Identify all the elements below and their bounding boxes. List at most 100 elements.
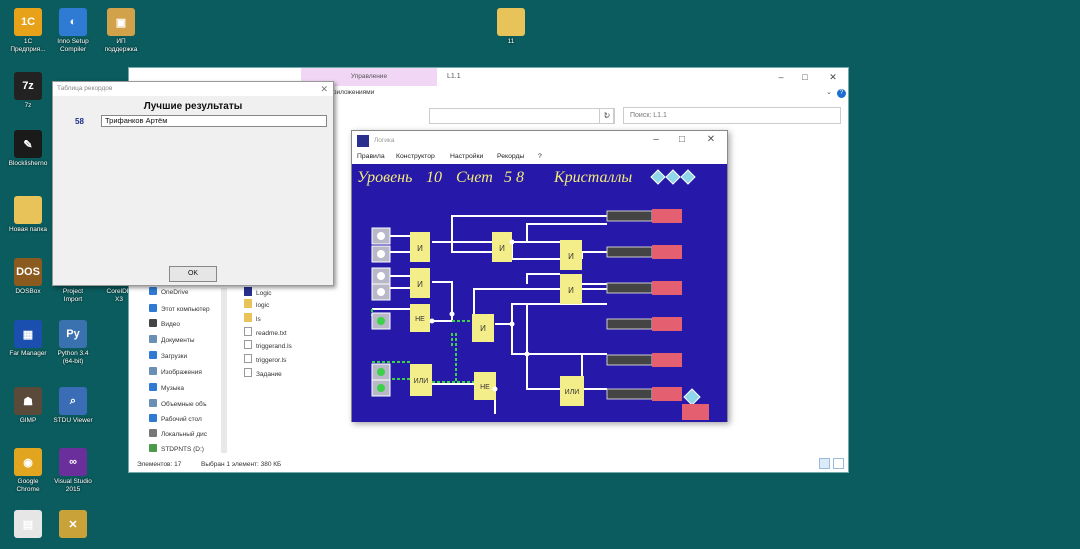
close-icon[interactable]: ✕ xyxy=(704,134,718,145)
gate-label: И xyxy=(417,280,423,289)
records-window-title: Таблица рекордов xyxy=(57,85,113,92)
nav-item[interactable]: OneDrive xyxy=(149,287,219,299)
maximize-icon[interactable]: □ xyxy=(798,72,812,82)
folder-icon xyxy=(244,287,252,296)
folder-icon xyxy=(149,287,157,295)
menu-constructor[interactable]: Конструктор xyxy=(396,153,435,160)
lamp xyxy=(652,317,682,331)
details-view-icon[interactable] xyxy=(819,458,830,469)
minimize-icon[interactable]: – xyxy=(649,134,663,145)
desktop-icon-7z[interactable]: 7z 7z xyxy=(0,72,56,110)
desktop-icon-misc2[interactable]: ✕ xyxy=(45,510,101,540)
7z-icon: 7z xyxy=(14,72,42,100)
nav-item[interactable]: Видео xyxy=(149,319,219,331)
nav-item-label: OneDrive xyxy=(161,289,189,296)
folder-icon xyxy=(149,319,157,327)
desktop-icon-folder11[interactable]: 11 xyxy=(483,8,539,46)
records-titlebar[interactable]: Таблица рекордов ✕ xyxy=(53,82,333,96)
desktop-icon-label: STDU Viewer xyxy=(53,417,93,424)
file-item[interactable]: triggerand.ls xyxy=(244,340,292,352)
nav-item[interactable]: Музыка xyxy=(149,383,219,395)
logic-game-window[interactable]: Логика – □ ✕ Правила Конструктор Настрой… xyxy=(351,130,728,422)
file-item[interactable]: Logic xyxy=(244,287,272,299)
nav-item[interactable]: Этот компьютер xyxy=(149,304,219,316)
nav-item-label: Видео xyxy=(161,321,180,328)
nav-item[interactable]: Локальный дис xyxy=(149,429,219,441)
desktop-icon-newfolder[interactable]: Новая папка xyxy=(0,196,56,234)
chevron-down-icon[interactable]: ⌄ xyxy=(826,88,832,96)
menu-settings[interactable]: Настройки xyxy=(450,153,483,160)
input-switches[interactable] xyxy=(371,227,391,397)
folder-icon xyxy=(149,335,157,343)
lamp xyxy=(652,209,682,223)
file-item[interactable]: readme.txt xyxy=(244,327,287,339)
desktop-icon-support[interactable]: ▣ ИП поддержка xyxy=(93,8,149,54)
file-name: logic xyxy=(256,302,270,309)
blocks-icon: ✎ xyxy=(14,130,42,158)
logic-menubar: Правила Конструктор Настройки Рекорды ? xyxy=(352,151,727,164)
bulb-socket xyxy=(606,282,653,294)
lamp xyxy=(682,404,709,420)
help-icon[interactable]: ? xyxy=(837,89,846,98)
address-bar[interactable]: ⌄ xyxy=(429,108,614,124)
status-bar: Элементов: 17 Выбран 1 элемент: 380 КБ xyxy=(129,459,848,473)
ok-button[interactable]: OK xyxy=(169,266,217,282)
records-dialog[interactable]: Таблица рекордов ✕ Лучшие результаты 58 … xyxy=(52,81,334,286)
desktop-icon-blocks[interactable]: ✎ Blocklisherno xyxy=(0,130,56,168)
desktop-icon-label: Python 3.4 (64-bit) xyxy=(57,350,89,365)
desktop-icon-label: Blocklisherno xyxy=(8,160,48,167)
file-item[interactable]: logic xyxy=(244,299,269,311)
file-item[interactable]: Задание xyxy=(244,368,282,380)
maximize-icon[interactable]: □ xyxy=(675,134,689,145)
logic-titlebar[interactable]: Логика – □ ✕ xyxy=(352,131,727,151)
file-item[interactable]: ls xyxy=(244,313,261,325)
gate-label: И xyxy=(480,324,486,333)
gimp-icon: ☗ xyxy=(14,387,42,415)
nav-item[interactable]: Изображения xyxy=(149,367,219,379)
menu-rules[interactable]: Правила xyxy=(357,153,385,160)
folder-icon xyxy=(149,383,157,391)
gate-label: И xyxy=(417,244,423,253)
nav-item-label: Локальный дис xyxy=(161,431,208,438)
file-name: ls xyxy=(256,316,261,323)
nav-item[interactable]: STDPNTS (D:) xyxy=(149,444,219,456)
crystal-icon xyxy=(680,169,696,185)
switch-knob xyxy=(377,272,385,280)
desktop-icon-stdu[interactable]: ⌕ STDU Viewer xyxy=(45,387,101,425)
desktop-icon-label: Новая папка xyxy=(9,226,47,233)
folder-icon xyxy=(149,414,157,422)
tiles-view-icon[interactable] xyxy=(833,458,844,469)
crystals-group xyxy=(650,169,696,185)
nav-item[interactable]: Объемные объ xyxy=(149,399,219,411)
nav-item-label: STDPNTS (D:) xyxy=(161,446,204,453)
file-item[interactable]: triggeror.ls xyxy=(244,354,286,366)
file-name: Logic xyxy=(256,290,272,297)
desktop-icon-vs[interactable]: ∞ Visual Studio 2015 xyxy=(45,448,101,494)
folder-icon xyxy=(149,429,157,437)
nav-item-label: Объемные объ xyxy=(161,401,207,408)
nav-item[interactable]: Документы xyxy=(149,335,219,347)
python-icon: Py xyxy=(59,320,87,348)
menu-help[interactable]: ? xyxy=(538,153,542,160)
gate-label: ИЛИ xyxy=(565,389,580,396)
misc2-icon: ✕ xyxy=(59,510,87,538)
output-lamps xyxy=(606,209,709,420)
score-label: Счет xyxy=(456,169,493,186)
search-input[interactable]: Поиск: L1.1 xyxy=(623,107,841,124)
nav-item[interactable]: Рабочий стол xyxy=(149,414,219,426)
player-name-field[interactable]: Трифанков Артём xyxy=(101,115,327,127)
minimize-icon[interactable]: – xyxy=(774,72,788,82)
game-board[interactable]: Уровень 10 Счет 5 8 Кристаллы И И НЕ ИЛИ… xyxy=(352,164,727,422)
refresh-icon[interactable]: ↻ xyxy=(599,108,615,124)
bulb-socket xyxy=(606,318,653,330)
close-icon[interactable]: ✕ xyxy=(826,72,840,83)
nav-scrollbar[interactable] xyxy=(221,288,227,453)
close-icon[interactable]: ✕ xyxy=(320,82,328,96)
gate-label: НЕ xyxy=(415,316,425,323)
switch-knob xyxy=(377,288,385,296)
nav-item-label: Документы xyxy=(161,337,195,344)
switch-knob xyxy=(377,384,385,392)
nav-item[interactable]: Загрузки xyxy=(149,351,219,363)
desktop-icon-python[interactable]: Py Python 3.4 (64-bit) xyxy=(45,320,101,366)
menu-records[interactable]: Рекорды xyxy=(497,153,524,160)
